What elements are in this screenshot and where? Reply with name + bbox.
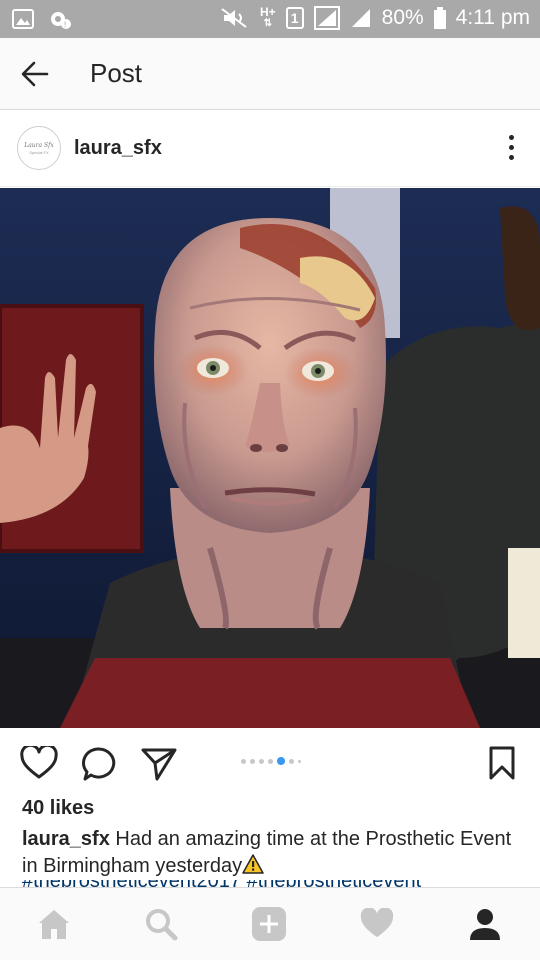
arrow-left-icon: [21, 61, 49, 87]
signal-strength-icon: [313, 6, 340, 30]
like-button[interactable]: [20, 743, 58, 785]
more-options-button[interactable]: [506, 135, 516, 163]
warning-emoji-icon: [242, 854, 264, 882]
comment-bubble-icon: [82, 747, 116, 781]
home-icon: [39, 910, 69, 939]
heart-filled-icon: [360, 908, 394, 938]
battery-percent: 80%: [381, 6, 424, 29]
nav-home[interactable]: [36, 906, 72, 942]
bottom-navigation: [0, 887, 540, 960]
search-icon: [146, 909, 178, 941]
mute-icon: [220, 7, 250, 29]
carousel-dot: [241, 758, 246, 764]
post-username[interactable]: laura_sfx: [74, 137, 162, 160]
carousel-dot: [259, 758, 264, 764]
prosthetic-bust-photo: [0, 188, 540, 728]
carousel-dot: [289, 758, 294, 764]
carousel-dot: [298, 759, 301, 763]
heart-outline-icon: [20, 743, 58, 779]
network-type-label: H+: [259, 5, 276, 19]
likes-count[interactable]: 40 likes: [22, 797, 94, 820]
page-title: Post: [90, 58, 143, 88]
back-button[interactable]: [14, 54, 56, 94]
post-caption: laura_sfx Had an amazing time at the Pro…: [22, 826, 522, 882]
caption-username[interactable]: laura_sfx: [22, 828, 110, 850]
settings-sync-icon: !: [48, 8, 72, 30]
signal-strength-2-icon: [350, 7, 372, 29]
post-actions: [0, 728, 540, 794]
avatar[interactable]: Laura Sfx Special FX: [17, 126, 61, 170]
sim-badge: 1: [285, 7, 304, 29]
plus-square-icon: [252, 907, 286, 941]
avatar-logo-subtext: Special FX: [29, 149, 49, 155]
gallery-notification-icon: [12, 9, 34, 29]
nav-add-post[interactable]: [251, 906, 287, 942]
more-vertical-icon: [508, 135, 514, 140]
app-header: Post: [0, 38, 540, 110]
carousel-dot: [250, 758, 255, 764]
send-paper-plane-icon: [141, 748, 177, 781]
share-button[interactable]: [140, 746, 178, 787]
comment-button[interactable]: [81, 746, 117, 787]
carousel-dot: [268, 758, 273, 764]
save-button[interactable]: [488, 746, 516, 785]
profile-person-icon: [470, 909, 500, 940]
carousel-dot-active: [277, 757, 285, 765]
nav-search[interactable]: [143, 906, 179, 942]
nav-activity[interactable]: [359, 906, 395, 942]
status-bar: ! H+ ⇅ 1 80% 4:11 pm: [0, 0, 540, 38]
bookmark-icon: [489, 746, 515, 780]
sim-badge-label: 1: [290, 10, 299, 26]
post-header: Laura Sfx Special FX laura_sfx: [0, 111, 540, 187]
nav-profile[interactable]: [467, 906, 503, 942]
svg-text:!: !: [64, 21, 67, 30]
avatar-logo-text: Laura Sfx: [24, 141, 54, 149]
post-photo[interactable]: [0, 188, 540, 728]
network-type-icon: H+ ⇅: [259, 5, 276, 29]
battery-icon: [433, 7, 446, 29]
carousel-indicator: [241, 757, 301, 765]
clock: 4:11 pm: [455, 6, 530, 29]
